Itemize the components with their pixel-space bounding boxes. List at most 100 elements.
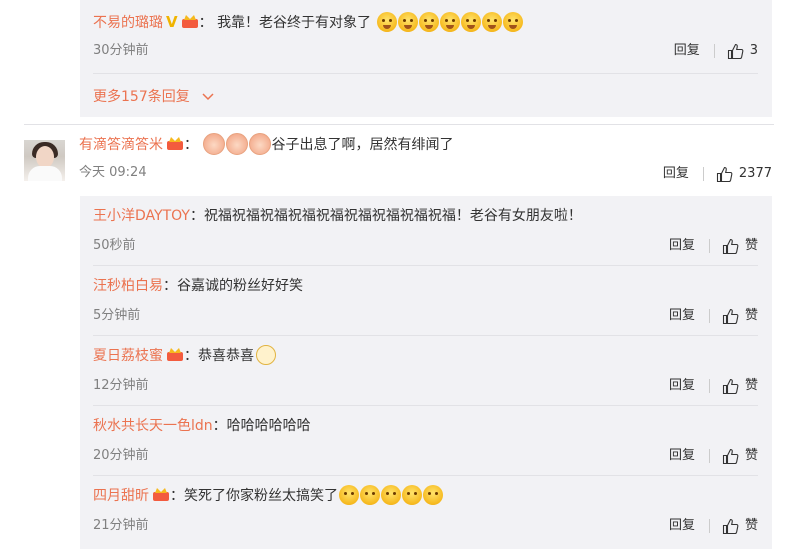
divider: [93, 405, 758, 406]
commenter-name[interactable]: 夏日荔枝蜜: [93, 348, 163, 364]
like-count: 2377: [738, 166, 772, 181]
like-label: 赞: [744, 238, 758, 253]
comment-separator: [24, 124, 774, 125]
reply-button[interactable]: 回复: [669, 446, 695, 466]
thumbs-up-icon: [722, 308, 739, 324]
laughing-emoji-icon: [423, 485, 443, 505]
comment-actions: 回复 赞: [669, 446, 758, 466]
commenter-name[interactable]: 汪秒柏白易: [93, 278, 163, 294]
like-label: 赞: [744, 448, 758, 463]
crying-emoji-icon: [481, 12, 502, 32]
reply-button[interactable]: 回复: [669, 516, 695, 536]
divider: [93, 73, 758, 74]
baby-emoji-icon: [226, 133, 249, 155]
action-divider: [708, 239, 710, 253]
like-label: 赞: [744, 378, 758, 393]
divider: [93, 265, 758, 266]
like-label: 赞: [744, 518, 758, 533]
reply-line: 汪秒柏白易：谷嘉诚的粉丝好好笑: [93, 278, 303, 294]
action-divider: [708, 309, 710, 323]
divider: [93, 335, 758, 336]
comment-text: 我靠！老谷终于有对象了: [217, 15, 372, 31]
crying-emoji-icon: [439, 12, 460, 32]
reply-line: 秋水共长天一色ldn：哈哈哈哈哈哈: [93, 418, 311, 434]
comment-actions: 回复 2377: [663, 164, 772, 184]
action-divider: [702, 167, 704, 181]
more-replies-link[interactable]: 更多157条回复: [93, 87, 214, 107]
comment-text: 谷子出息了啊，居然有绯闻了: [271, 137, 454, 153]
thumbs-up-icon: [722, 518, 739, 534]
comment-actions: 回复 赞: [669, 376, 758, 396]
reply-button[interactable]: 回复: [663, 164, 689, 184]
comment-actions: 回复 赞: [669, 236, 758, 256]
reply-button[interactable]: 回复: [669, 306, 695, 326]
laughing-emoji-icon: [360, 485, 380, 505]
thumbs-up-icon: [722, 238, 739, 254]
reply-line: 王小洋DAYTOY：祝福祝福祝福祝福祝福祝福祝福祝福祝福！老谷有女朋友啦！: [93, 208, 582, 224]
reply-line: 不易的璐璐 V： 我靠！老谷终于有对象了: [93, 11, 523, 33]
crying-emoji-icon: [376, 12, 397, 32]
thumbs-up-icon: [722, 448, 739, 464]
comment-time: 20分钟前: [93, 448, 149, 463]
like-button[interactable]: 赞: [722, 376, 758, 396]
main-comment-line: 有滴答滴答米： 谷子出息了啊，居然有绯闻了: [79, 133, 453, 157]
like-button[interactable]: 赞: [722, 236, 758, 256]
like-button[interactable]: 2377: [716, 164, 772, 184]
vip-crown-icon: [181, 15, 198, 28]
comment-actions: 回复 3: [674, 41, 758, 61]
like-button[interactable]: 赞: [722, 446, 758, 466]
comment-time: 50秒前: [93, 238, 136, 253]
crying-emoji-icon: [502, 12, 523, 32]
comment-time: 30分钟前: [93, 43, 149, 58]
laughing-emoji-icon: [381, 485, 401, 505]
reply-button[interactable]: 回复: [669, 236, 695, 256]
comment-time: 12分钟前: [93, 378, 149, 393]
comment-text: 恭喜恭喜: [198, 348, 254, 364]
comment-time: 今天 09:24: [79, 165, 147, 180]
action-divider: [708, 449, 710, 463]
like-button[interactable]: 赞: [722, 516, 758, 536]
action-divider: [708, 519, 710, 533]
replies-panel: 王小洋DAYTOY：祝福祝福祝福祝福祝福祝福祝福祝福祝福！老谷有女朋友啦！ 50…: [80, 196, 772, 549]
commenter-name[interactable]: 秋水共长天一色ldn: [93, 418, 213, 434]
v-badge-icon: V: [166, 13, 178, 31]
avatar[interactable]: [24, 140, 65, 181]
comment-time: 5分钟前: [93, 308, 141, 323]
crying-emoji-icon: [397, 12, 418, 32]
comment-time: 21分钟前: [93, 518, 149, 533]
cat-emoji-icon: [256, 345, 276, 365]
like-button[interactable]: 3: [727, 41, 758, 61]
thumbs-up-icon: [716, 166, 733, 182]
thumbs-up-icon: [727, 43, 744, 59]
cry-emoji-row: [371, 12, 523, 32]
laughing-emoji-icon: [402, 485, 422, 505]
comment-text: 笑死了你家粉丝太搞笑了: [184, 488, 338, 504]
reply-button[interactable]: 回复: [669, 376, 695, 396]
comment-text: 祝福祝福祝福祝福祝福祝福祝福祝福祝福！老谷有女朋友啦！: [203, 208, 582, 224]
commenter-name[interactable]: 四月甜昕: [93, 488, 149, 504]
commenter-name[interactable]: 王小洋DAYTOY: [93, 208, 190, 224]
like-label: 赞: [744, 308, 758, 323]
vip-crown-icon: [153, 488, 169, 501]
comment-text: 谷嘉诚的粉丝好好笑: [177, 278, 303, 294]
laughing-emoji-icon: [339, 485, 359, 505]
commenter-name[interactable]: 有滴答滴答米: [79, 137, 163, 153]
baby-emoji-icon: [203, 133, 226, 155]
action-divider: [713, 44, 715, 58]
comment-actions: 回复 赞: [669, 516, 758, 536]
reply-line: 四月甜昕 ：笑死了你家粉丝太搞笑了: [93, 485, 443, 507]
divider: [93, 475, 758, 476]
vip-crown-icon: [167, 348, 183, 361]
comment-actions: 回复 赞: [669, 306, 758, 326]
reply-line: 夏日荔枝蜜 ：恭喜恭喜: [93, 345, 276, 367]
action-divider: [708, 379, 710, 393]
thumbs-up-icon: [722, 378, 739, 394]
commenter-name[interactable]: 不易的璐璐: [93, 15, 163, 31]
reply-button[interactable]: 回复: [674, 41, 700, 61]
vip-crown-icon: [167, 137, 183, 150]
prev-thread-panel: 不易的璐璐 V： 我靠！老谷终于有对象了 30分钟前 回复 3 更多157条回复: [80, 0, 772, 117]
baby-emoji-icon: [249, 133, 272, 155]
like-button[interactable]: 赞: [722, 306, 758, 326]
like-count: 3: [749, 43, 758, 58]
chevron-down-icon: [202, 93, 214, 101]
